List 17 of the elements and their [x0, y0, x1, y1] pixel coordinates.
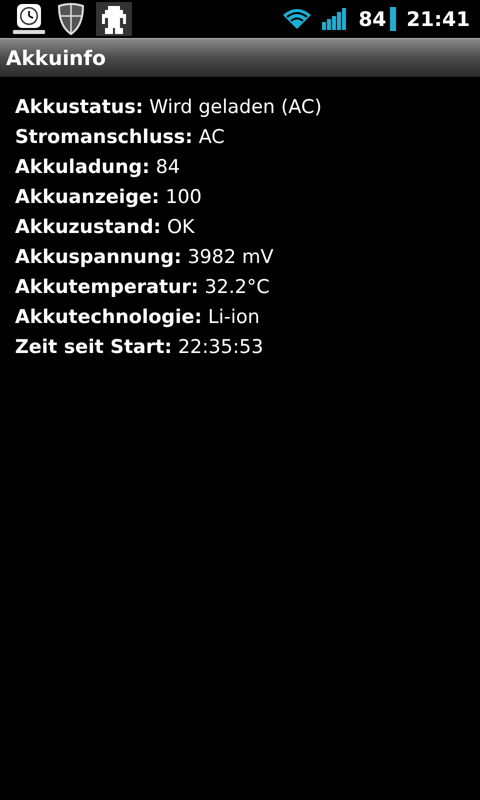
battery-percentage: 84	[358, 7, 386, 31]
info-line: Akkutechnologie: Li-ion	[15, 305, 261, 330]
robot-icon	[96, 2, 132, 36]
info-line: Akkutemperatur: 32.2°C	[15, 275, 271, 300]
info-line: Akkuzustand: OK	[15, 215, 196, 240]
info-line: Stromanschluss: AC	[15, 125, 226, 150]
info-line: Akkustatus: Wird geladen (AC)	[15, 95, 323, 120]
wifi-icon	[282, 7, 312, 31]
signal-icon	[322, 8, 348, 30]
shield-icon	[56, 2, 86, 36]
battery-icon	[390, 7, 396, 31]
info-line: Zeit seit Start: 22:35:53	[15, 335, 264, 360]
title-bar: Akkuinfo	[0, 38, 480, 77]
clock-time: 21:41	[406, 7, 470, 31]
info-line: Akkuspannung: 3982 mV	[15, 245, 274, 270]
info-line: Akkuladung: 84	[15, 155, 181, 180]
info-line: Akkuanzeige: 100	[15, 185, 203, 210]
